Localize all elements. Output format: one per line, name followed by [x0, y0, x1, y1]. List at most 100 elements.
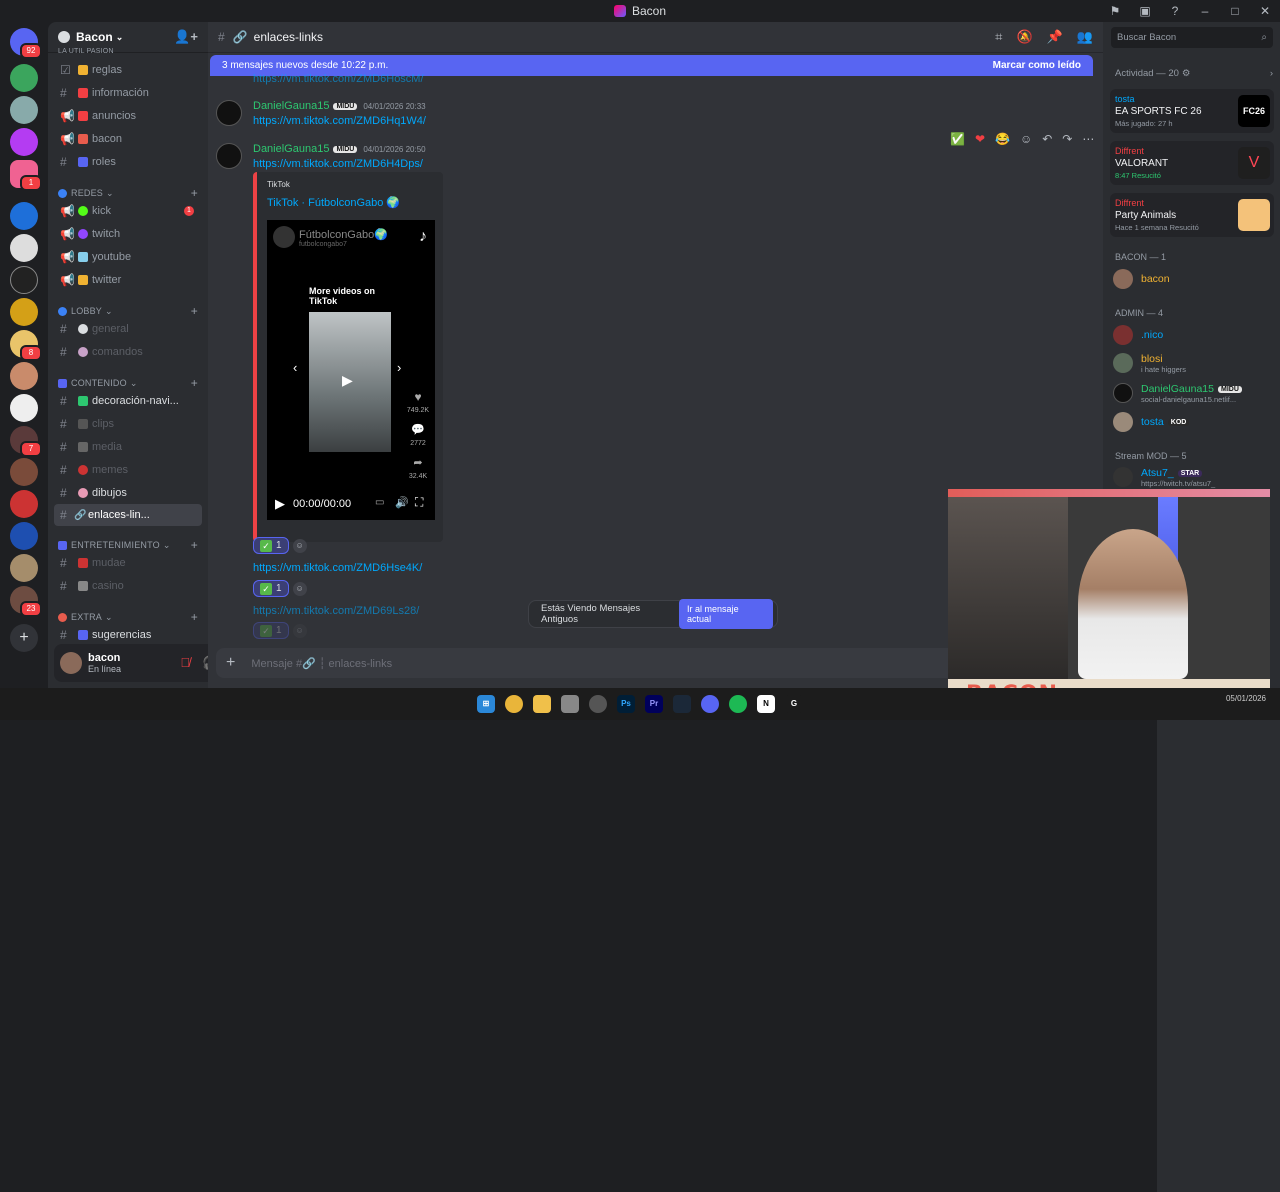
member-item[interactable]: tosta KOD: [1113, 411, 1273, 433]
mark-read-button[interactable]: Marcar como leído: [993, 60, 1081, 71]
channel-enlaces-links[interactable]: #🔗enlaces-lin...👤 ⚙: [54, 504, 1280, 1192]
help-icon[interactable]: ?: [1160, 4, 1190, 18]
member-item[interactable]: Atsu7_ STAR https://twitch.tv/atsu7_: [1113, 466, 1273, 488]
server-icon[interactable]: [10, 394, 38, 422]
server-icon[interactable]: 23: [10, 586, 42, 617]
server-icon-bacon[interactable]: 1: [10, 160, 42, 191]
channel-informacion[interactable]: # información: [54, 83, 202, 103]
message-link[interactable]: https://vm.tiktok.com/ZMD69Ls28/: [253, 605, 419, 617]
attach-plus-icon[interactable]: +: [226, 654, 235, 672]
logitech-icon[interactable]: G: [785, 695, 803, 713]
category-contenido[interactable]: CONTENIDO ⌄ +: [58, 376, 198, 390]
reaction-check[interactable]: ✓ 1: [253, 622, 289, 639]
server-icon[interactable]: [10, 64, 38, 92]
avatar[interactable]: [60, 652, 82, 674]
message-link[interactable]: https://vm.tiktok.com/ZMD6Hq1W4/: [253, 115, 426, 127]
add-reaction-icon[interactable]: ☺: [1020, 132, 1032, 146]
add-channel-icon[interactable]: +: [191, 376, 198, 390]
reply-icon[interactable]: ↶: [1042, 132, 1052, 146]
heart-reaction-icon[interactable]: ❤: [975, 132, 985, 146]
author-name[interactable]: DanielGauna15: [253, 100, 329, 112]
fullscreen-icon[interactable]: ⛶: [415, 495, 423, 510]
video-player[interactable]: FútbolconGabo🌍 futbolcongabo7 ♪ More vid…: [267, 220, 435, 520]
channel-twitter[interactable]: 📢 twitter: [54, 270, 202, 290]
captions-icon[interactable]: ▭: [375, 497, 384, 508]
channel-casino[interactable]: # casino: [54, 576, 202, 596]
message-link[interactable]: https://vm.tiktok.com/ZMD6HoscM/: [253, 73, 424, 85]
app-icon[interactable]: [561, 695, 579, 713]
channel-youtube[interactable]: 📢 youtube: [54, 247, 202, 267]
prev-arrow-icon[interactable]: ‹: [293, 360, 297, 375]
spotify-icon[interactable]: [729, 695, 747, 713]
add-reaction-icon[interactable]: ☺: [292, 581, 307, 596]
jump-to-present-button[interactable]: Ir al mensaje actual: [679, 599, 773, 629]
windows-start-icon[interactable]: ⊞: [477, 695, 495, 713]
channel-dibujos[interactable]: # dibujos: [54, 483, 202, 503]
add-channel-icon[interactable]: +: [191, 610, 198, 624]
chrome-icon[interactable]: [505, 695, 523, 713]
channel-general[interactable]: # general: [54, 319, 202, 339]
photoshop-icon[interactable]: Ps: [617, 695, 635, 713]
channel-anuncios[interactable]: 📢 anuncios: [54, 106, 202, 126]
server-icon[interactable]: [10, 128, 38, 156]
bell-muted-icon[interactable]: 🔕: [1016, 29, 1032, 45]
home-button[interactable]: 92: [10, 28, 42, 59]
server-icon[interactable]: [10, 554, 38, 582]
member-item[interactable]: .nico: [1113, 324, 1273, 346]
channel-clips[interactable]: # clips: [54, 414, 202, 434]
close-button[interactable]: ✕: [1250, 4, 1280, 18]
message-link[interactable]: https://vm.tiktok.com/ZMD6Hse4K/: [253, 562, 422, 574]
next-arrow-icon[interactable]: ›: [397, 360, 401, 375]
forward-icon[interactable]: ↷: [1062, 132, 1072, 146]
pin-icon[interactable]: 📌: [1047, 29, 1063, 45]
channel-kick[interactable]: 📢 kick 1: [54, 201, 202, 221]
member-item[interactable]: DanielGauna15 MIDU social-danielgauna15.ne…: [1113, 382, 1273, 404]
avatar[interactable]: [216, 100, 242, 126]
mic-muted-icon[interactable]: 🎙̸: [180, 655, 190, 671]
search-input[interactable]: Buscar Bacon ⌕: [1111, 27, 1273, 48]
add-reaction-icon[interactable]: ☺: [292, 623, 307, 638]
activity-card[interactable]: Diffrent Party Animals Hace 1 semana Res…: [1110, 193, 1274, 237]
more-icon[interactable]: ⋯: [1082, 132, 1094, 146]
server-icon[interactable]: [10, 202, 38, 230]
author-name[interactable]: DanielGauna15: [253, 143, 329, 155]
channel-decoracion[interactable]: # decoración-navi...: [54, 391, 202, 411]
activity-card[interactable]: tosta EA SPORTS FC 26 Más jugado: 27 h F…: [1110, 89, 1274, 133]
server-icon[interactable]: [10, 458, 38, 486]
laugh-reaction-icon[interactable]: 😂: [995, 132, 1010, 146]
flag-icon[interactable]: ⚑: [1100, 4, 1130, 18]
activity-header[interactable]: Actividad — 20 ⚙ ›: [1115, 68, 1273, 79]
category-lobby[interactable]: LOBBY ⌄ +: [58, 304, 198, 318]
channel-media[interactable]: # media: [54, 437, 202, 457]
add-user-icon[interactable]: 👤+: [174, 29, 198, 45]
server-icon[interactable]: [10, 490, 38, 518]
maximize-button[interactable]: □: [1220, 4, 1250, 18]
embed-title[interactable]: TikTok · FútbolconGabo 🌍: [267, 196, 400, 209]
server-icon[interactable]: [10, 362, 38, 390]
category-redes[interactable]: REDES ⌄ +: [58, 186, 198, 200]
channel-reglas[interactable]: ☑ reglas: [54, 60, 202, 80]
add-channel-icon[interactable]: +: [191, 538, 198, 552]
threads-icon[interactable]: ⌗: [995, 29, 1002, 45]
server-icon[interactable]: [10, 522, 38, 550]
add-channel-icon[interactable]: +: [191, 304, 198, 318]
play-icon[interactable]: ▶: [342, 372, 353, 389]
message-link[interactable]: https://vm.tiktok.com/ZMD6H4Dps/: [253, 158, 423, 170]
channel-sugerencias[interactable]: # sugerencias: [54, 625, 202, 645]
channel-memes[interactable]: # memes: [54, 460, 202, 480]
channel-twitch[interactable]: 📢 twitch: [54, 224, 202, 244]
server-icon[interactable]: [10, 266, 38, 294]
member-item[interactable]: blosi i hate higgers: [1113, 352, 1273, 374]
activity-card[interactable]: Diffrent VALORANT 8:47 Resucitó V: [1110, 141, 1274, 185]
category-extra[interactable]: EXTRA ⌄ +: [58, 610, 198, 624]
video-thumbnail[interactable]: ▶: [309, 312, 391, 452]
volume-icon[interactable]: 🔊: [395, 496, 409, 509]
server-icon[interactable]: 8: [10, 330, 42, 361]
avatar[interactable]: [216, 143, 242, 169]
server-icon[interactable]: [10, 234, 38, 262]
channel-comandos[interactable]: # comandos: [54, 342, 202, 362]
server-icon[interactable]: 7: [10, 426, 42, 457]
reaction-check[interactable]: ✓ 1: [253, 580, 289, 597]
channel-bacon[interactable]: 📢 bacon: [54, 129, 202, 149]
server-icon[interactable]: [10, 96, 38, 124]
